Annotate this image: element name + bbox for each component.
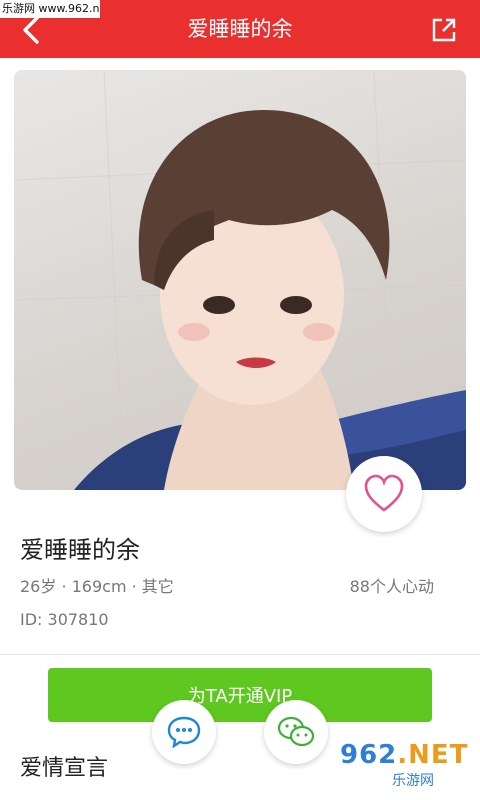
share-button[interactable] (430, 16, 458, 44)
logo-text-main: 962.NET (340, 740, 468, 770)
profile-meta: 26岁 · 169cm · 其它 (20, 577, 174, 596)
profile-content: 爱睡睡的余 26岁 · 169cm · 其它 88个人心动 ID: 307810… (0, 58, 480, 800)
site-logo-watermark: 962.NET 乐游网 (340, 740, 476, 796)
like-button[interactable] (346, 456, 422, 532)
open-vip-label: 为TA开通VIP (187, 686, 293, 707)
app-header: 爱睡睡的余 乐游网 www.962.net (0, 0, 480, 58)
share-icon (432, 18, 456, 42)
site-watermark: 乐游网 www.962.net (0, 0, 100, 18)
divider (0, 654, 480, 655)
wechat-icon (277, 716, 315, 747)
logo-text-prefix: 962 (340, 740, 398, 770)
profile-name: 爱睡睡的余 (20, 536, 140, 564)
logo-text-suffix: .NET (397, 740, 469, 770)
heart-icon (364, 474, 404, 512)
wechat-button[interactable] (264, 700, 328, 764)
back-button[interactable] (16, 14, 48, 46)
portrait-illustration (14, 70, 466, 490)
chat-bubble-icon (167, 716, 201, 749)
profile-photo[interactable] (14, 70, 466, 490)
open-vip-button[interactable]: 为TA开通VIP (48, 668, 432, 722)
profile-id: ID: 307810 (20, 610, 109, 629)
love-declaration-title: 爱情宣言 (20, 756, 109, 781)
profile-likes-count: 88个人心动 (349, 577, 434, 596)
chevron-left-icon (23, 16, 39, 44)
chat-button[interactable] (152, 700, 216, 764)
logo-text-small: 乐游网 (392, 773, 434, 789)
